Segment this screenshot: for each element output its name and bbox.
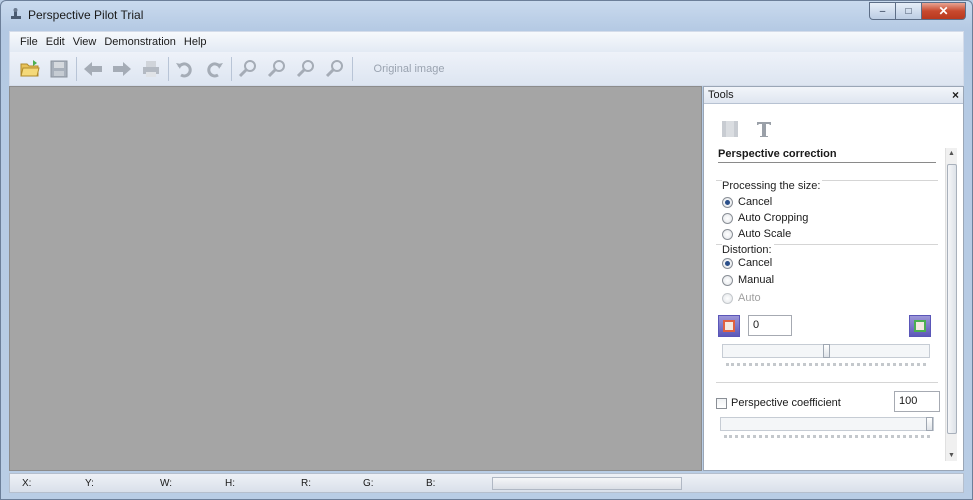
open-folder-icon[interactable]	[18, 57, 42, 81]
processing-auto-cropping-radio[interactable]: Auto Cropping	[722, 212, 808, 224]
print-icon[interactable]	[139, 57, 163, 81]
radio-label: Cancel	[738, 257, 773, 269]
coefficient-value-input[interactable]: 100	[894, 391, 940, 412]
distortion-manual-radio[interactable]: Manual	[722, 274, 774, 286]
scroll-up-icon[interactable]: ▲	[948, 150, 955, 157]
sq-inner	[914, 320, 926, 332]
menu-bar: File Edit View Demonstration Help	[9, 31, 964, 52]
menu-view[interactable]: View	[73, 36, 97, 48]
slider-thumb[interactable]	[823, 344, 830, 358]
scroll-down-icon[interactable]: ▼	[948, 452, 955, 459]
scrollbar-thumb[interactable]	[947, 164, 957, 434]
close-button[interactable]: ✕	[922, 2, 966, 20]
radio-indicator	[722, 228, 733, 240]
slider-ticks	[726, 363, 926, 366]
slider-thumb[interactable]	[926, 417, 933, 431]
checkbox-indicator	[716, 397, 727, 409]
zoom-actual-icon[interactable]	[323, 57, 347, 81]
window-controls: – □ ✕	[869, 2, 966, 20]
back-arrow-icon[interactable]	[81, 57, 105, 81]
tools-scrollbar[interactable]: ▲ ▼	[945, 148, 957, 461]
processing-size-label: Processing the size:	[722, 180, 823, 192]
menu-edit[interactable]: Edit	[46, 36, 65, 48]
title-bar: Perspective Pilot Trial – □ ✕	[1, 1, 972, 28]
menu-demonstration[interactable]: Demonstration	[104, 36, 176, 48]
processing-auto-scale-radio[interactable]: Auto Scale	[722, 228, 791, 240]
radio-label: Auto Cropping	[738, 212, 809, 224]
barrel-distortion-icon[interactable]	[718, 315, 740, 337]
toolbar: Original image	[9, 52, 964, 86]
undo-icon[interactable]	[173, 57, 197, 81]
perspective-coefficient-group: Perspective coefficient 100	[716, 382, 940, 442]
status-h: H:	[225, 478, 235, 489]
radio-indicator	[722, 274, 733, 286]
zoom-out-icon[interactable]	[265, 57, 289, 81]
radio-label: Manual	[738, 274, 775, 286]
toolbar-separator	[231, 56, 232, 81]
distortion-auto-radio: Auto	[722, 292, 761, 304]
distortion-value-input[interactable]: 0	[748, 315, 792, 336]
status-x: X:	[22, 478, 32, 489]
slider-ticks	[724, 435, 930, 438]
save-icon[interactable]	[47, 57, 71, 81]
minimize-button[interactable]: –	[869, 2, 896, 20]
status-progress-bar	[492, 477, 682, 490]
tools-close-icon[interactable]: ×	[952, 88, 959, 102]
status-w: W:	[160, 478, 173, 489]
toolbar-separator	[352, 56, 353, 81]
checkbox-label: Perspective coefficient	[731, 397, 841, 409]
toolbar-separator	[168, 56, 169, 81]
distortion-label: Distortion:	[722, 244, 774, 256]
status-g: G:	[363, 478, 374, 489]
app-icon	[11, 8, 21, 19]
perspective-coefficient-checkbox[interactable]: Perspective coefficient	[716, 397, 841, 409]
radio-label: Auto Scale	[738, 228, 792, 240]
radio-indicator	[722, 292, 733, 304]
coefficient-slider[interactable]	[720, 417, 934, 431]
window-title: Perspective Pilot Trial	[28, 8, 144, 22]
tools-title: Tools	[708, 89, 734, 101]
radio-label: Auto	[738, 292, 761, 304]
distortion-cancel-radio[interactable]: Cancel	[722, 257, 772, 269]
image-canvas[interactable]	[9, 86, 702, 471]
radio-indicator	[722, 257, 733, 269]
maximize-button[interactable]: □	[896, 2, 922, 20]
app-window: Perspective Pilot Trial – □ ✕ File Edit …	[0, 0, 973, 500]
radio-indicator	[722, 196, 733, 208]
distortion-slider[interactable]	[722, 344, 930, 358]
radio-indicator	[722, 212, 733, 224]
sq-inner	[723, 320, 735, 332]
perspective-tool-icon[interactable]	[719, 118, 741, 140]
distortion-group: Distortion: Cancel Manual Auto 0	[716, 244, 938, 384]
section-title: Perspective correction	[718, 148, 936, 163]
menu-file[interactable]: File	[20, 36, 38, 48]
tools-header: Tools ×	[704, 87, 963, 104]
menu-help[interactable]: Help	[184, 36, 207, 48]
tools-panel: Tools × Perspective correction Processin…	[703, 86, 964, 471]
toolbar-separator	[76, 56, 77, 81]
processing-size-group: Processing the size: Cancel Auto Croppin…	[716, 180, 938, 240]
original-image-button[interactable]: Original image	[365, 57, 453, 81]
text-tool-icon[interactable]	[753, 118, 775, 140]
pincushion-distortion-icon[interactable]	[909, 315, 931, 337]
radio-label: Cancel	[738, 196, 773, 208]
status-r: R:	[301, 478, 311, 489]
status-b: B:	[426, 478, 436, 489]
processing-cancel-radio[interactable]: Cancel	[722, 196, 772, 208]
redo-icon[interactable]	[202, 57, 226, 81]
status-y: Y:	[85, 478, 94, 489]
zoom-in-icon[interactable]	[236, 57, 260, 81]
tool-selector	[719, 118, 787, 140]
status-bar: X: Y: W: H: R: G: B:	[9, 473, 964, 493]
forward-arrow-icon[interactable]	[110, 57, 134, 81]
zoom-fit-icon[interactable]	[294, 57, 318, 81]
